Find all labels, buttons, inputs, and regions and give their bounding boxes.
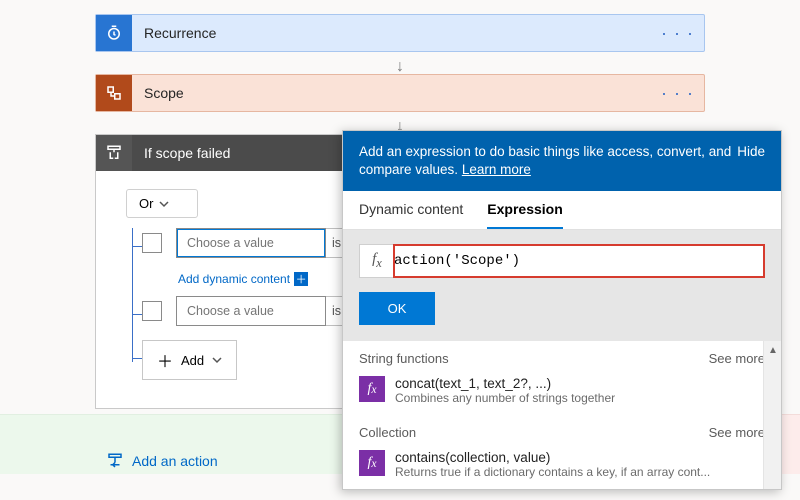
see-more-link[interactable]: See more [709,351,765,366]
add-dynamic-content-link[interactable]: Add dynamic content ＋ [178,272,308,286]
card-menu-recurrence[interactable]: · · · [651,23,704,44]
fx-icon: fx [359,450,385,476]
expression-input[interactable] [394,245,764,277]
recurrence-title: Recurrence [132,25,651,41]
section-title: Collection [359,425,416,440]
tab-dynamic-content[interactable]: Dynamic content [359,201,463,229]
group-type-select[interactable]: Or [126,189,198,218]
learn-more-link[interactable]: Learn more [462,162,531,177]
scope-icon [96,75,132,111]
see-more-link[interactable]: See more [709,425,765,440]
value-input[interactable] [176,296,326,326]
chevron-down-icon [212,355,222,365]
scope-title: Scope [132,85,651,101]
chevron-down-icon [159,199,169,209]
plus-icon: ＋ [157,348,173,372]
ok-button[interactable]: OK [359,292,435,325]
fx-icon: fx [360,251,394,271]
section-title: String functions [359,351,449,366]
add-action-icon [106,452,124,470]
condition-icon [96,135,132,171]
plus-icon: ＋ [294,272,308,286]
recurrence-card[interactable]: Recurrence · · · [95,14,705,52]
hide-button[interactable]: Hide [737,143,765,161]
scrollbar[interactable]: ▲ [763,341,781,489]
row-checkbox[interactable] [142,301,162,321]
popover-banner: Add an expression to do basic things lik… [343,131,781,191]
clock-icon [96,15,132,51]
card-menu-scope[interactable]: · · · [651,83,704,104]
add-condition-button[interactable]: ＋ Add [142,340,237,380]
add-action-button[interactable]: Add an action [106,452,218,470]
group-type-label: Or [139,196,153,211]
fx-icon: fx [359,376,385,402]
scope-card[interactable]: Scope · · · [95,74,705,112]
function-item[interactable]: fx concat(text_1, text_2?, ...) Combines… [343,370,781,415]
expression-popover: Add an expression to do basic things lik… [342,130,782,490]
tab-expression[interactable]: Expression [487,201,562,229]
row-checkbox[interactable] [142,233,162,253]
scroll-up-icon[interactable]: ▲ [764,341,782,359]
function-item[interactable]: fx contains(collection, value) Returns t… [343,444,781,489]
value-input[interactable] [176,228,326,258]
